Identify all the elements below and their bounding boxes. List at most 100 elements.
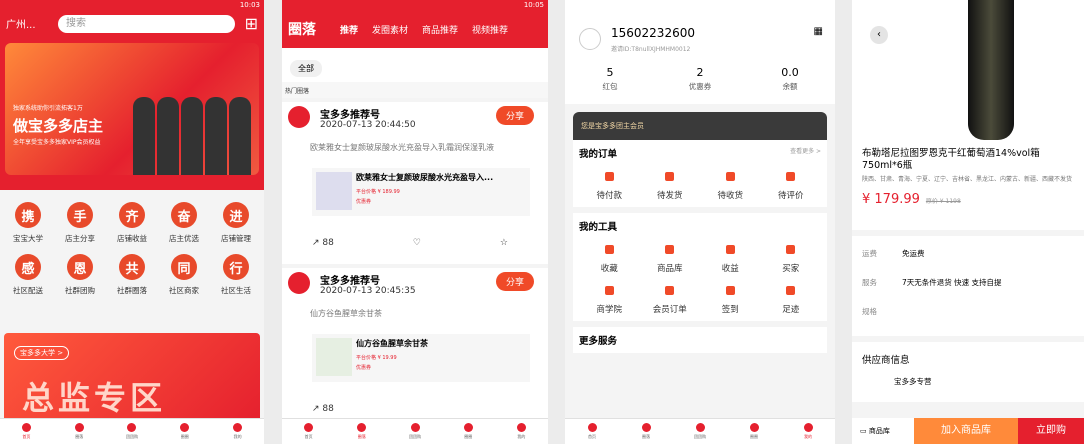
home-screen: 10:03 广州... 搜索 ⊞ 独家系统助你引流拓客1万 做宝多多店主 全年享… <box>0 0 264 444</box>
store-button[interactable]: ▭ 商品库 <box>852 418 914 444</box>
filter-chip-all[interactable]: 全部 <box>290 60 322 77</box>
home-icon <box>304 423 314 432</box>
tab-home[interactable]: 首页 <box>0 419 53 444</box>
tool-check-in[interactable]: 签到 <box>700 286 761 315</box>
goods-card[interactable]: 仙方谷鱼腥草余甘茶 平台价格 ¥ 19.99 优惠券 <box>312 334 530 382</box>
zone-tag[interactable]: 宝多多大学 > <box>14 346 70 360</box>
tab-circle[interactable]: 圈落 <box>619 419 673 444</box>
tool-academy[interactable]: 商学院 <box>579 286 640 315</box>
view-more-link[interactable]: 查看更多 > <box>790 146 821 160</box>
goods-title: 仙方谷鱼腥草余甘茶 <box>356 339 428 348</box>
spec-row-selectable[interactable]: 规格 <box>862 306 1074 317</box>
tab-group-buy[interactable]: 团团购 <box>673 419 727 444</box>
tool-member-orders[interactable]: 会员订单 <box>640 286 701 315</box>
goods-coupon: 优惠券 <box>356 365 372 371</box>
star-icon[interactable]: ☆ <box>500 238 508 248</box>
grid-item[interactable]: 同社区商家 <box>158 254 210 296</box>
grid-item[interactable]: 感社区配送 <box>2 254 54 296</box>
share-button[interactable]: 分享 <box>495 272 534 291</box>
orders-title: 我的订单 <box>579 149 618 160</box>
grid-item-icon: 感 <box>15 254 41 280</box>
grid-item[interactable]: 奋店主优选 <box>158 202 210 244</box>
grid-item[interactable]: 行社区生活 <box>210 254 262 296</box>
section-title: 热门圈落 <box>282 82 548 98</box>
supplier-name[interactable]: 宝多多专营 <box>862 376 1074 387</box>
grid-item-icon: 携 <box>15 202 41 228</box>
share-count-button[interactable]: ↗ 88 <box>312 238 334 248</box>
post-text: 欧莱雅女士复颜玻尿酸水光充盈导入乳霜润保湿乳液 <box>310 143 494 152</box>
vip-banner[interactable]: 您是宝多多团主会员 <box>573 112 827 140</box>
order-pending-payment[interactable]: 待付款 <box>579 172 640 201</box>
grid-item[interactable]: 手店主分享 <box>54 202 106 244</box>
grid-item[interactable]: 恩社群团购 <box>54 254 106 296</box>
spec-row: 运费 免运费 <box>862 248 1074 259</box>
avatar[interactable] <box>288 106 310 128</box>
order-label: 待评价 <box>777 191 804 201</box>
tool-label: 买家 <box>782 264 800 274</box>
tab-circle[interactable]: 圈落 <box>335 419 388 444</box>
tab-group-buy[interactable]: 团团购 <box>388 419 441 444</box>
location-selector[interactable]: 广州... <box>6 16 58 31</box>
post-text: 仙方谷鱼腥草余甘茶 <box>310 309 382 318</box>
tab-home[interactable]: 首页 <box>565 419 619 444</box>
tab-products[interactable]: 商品推荐 <box>422 23 458 36</box>
add-to-library-button[interactable]: 加入商品库 <box>914 418 1018 444</box>
feed-icon <box>463 423 473 432</box>
stat-coupons[interactable]: 2 优惠券 <box>655 66 745 104</box>
tab-materials[interactable]: 发圈素材 <box>372 23 408 36</box>
like-icon[interactable]: ♡ <box>413 238 421 248</box>
tab-feed[interactable]: 圈圈 <box>158 419 211 444</box>
tool-buyers[interactable]: 买家 <box>761 245 822 274</box>
grid-item[interactable]: 齐店铺收益 <box>106 202 158 244</box>
tab-feed[interactable]: 圈圈 <box>442 419 495 444</box>
tool-product-library[interactable]: 商品库 <box>640 245 701 274</box>
tool-favorites[interactable]: 收藏 <box>579 245 640 274</box>
back-icon[interactable]: ‹ <box>870 26 888 44</box>
order-pending-receipt[interactable]: 待收货 <box>700 172 761 201</box>
grid-item-label: 店主分享 <box>65 234 95 243</box>
promo-banner[interactable]: 独家系统助你引流拓客1万 做宝多多店主 全年享受宝多多独家VIP会员权益 <box>5 43 259 175</box>
spec-section: 运费 免运费 服务 7天无条件退货 快速 支持自提 规格 <box>852 236 1084 336</box>
product-gallery[interactable]: ‹ <box>852 0 1084 140</box>
grid-icon[interactable]: ⊞ <box>245 14 258 33</box>
product-screen: ‹ 布勒塔尼拉图罗恩克干红葡萄酒14%vol箱750ml*6瓶 陕西、甘肃、青海… <box>852 0 1084 444</box>
bottom-tabbar: 首页 圈落 团团购 圈圈 我的 <box>282 418 548 444</box>
tab-mine[interactable]: 我的 <box>211 419 264 444</box>
share-icon: ↗ <box>312 238 320 248</box>
grid-item[interactable]: 共社群圈落 <box>106 254 158 296</box>
tool-earnings[interactable]: 收益 <box>700 245 761 274</box>
avatar[interactable] <box>579 28 601 50</box>
tab-home[interactable]: 首页 <box>282 419 335 444</box>
director-zone-banner[interactable]: 宝多多大学 > 总监专区 <box>4 333 260 423</box>
order-pending-shipment[interactable]: 待发货 <box>640 172 701 201</box>
status-bar: 10:03 <box>239 1 260 9</box>
goods-card[interactable]: 欧莱雅女士复颜玻尿酸水光充盈导入... 平台价格 ¥ 189.99 优惠券 <box>312 168 530 216</box>
search-input[interactable]: 搜索 <box>58 14 235 33</box>
tab-feed[interactable]: 圈圈 <box>727 419 781 444</box>
tools-title: 我的工具 <box>579 222 618 233</box>
tab-circle[interactable]: 圈落 <box>53 419 106 444</box>
avatar[interactable] <box>288 272 310 294</box>
supplier-section: 供应商信息 宝多多专营 <box>852 342 1084 402</box>
stat-balance[interactable]: 0.0 余额 <box>745 66 835 104</box>
share-count-button[interactable]: ↗ 88 <box>312 404 334 414</box>
share-button[interactable]: 分享 <box>495 106 534 125</box>
tab-group-buy[interactable]: 团团购 <box>106 419 159 444</box>
tab-mine[interactable]: 我的 <box>495 419 548 444</box>
clipboard-icon <box>665 286 675 295</box>
grid-item[interactable]: 进店铺管理 <box>210 202 262 244</box>
tab-label: 首页 <box>588 434 596 439</box>
store-label: 商品库 <box>868 427 890 435</box>
tab-videos[interactable]: 视频推荐 <box>472 23 508 36</box>
qr-code-icon[interactable]: ▦ <box>814 26 823 37</box>
banner-subtitle: 独家系统助你引流拓客1万 <box>13 105 83 112</box>
stat-red-packet[interactable]: 5 红包 <box>565 66 655 104</box>
grid-item[interactable]: 携宝宝大学 <box>2 202 54 244</box>
feed-nav: 圈落 推荐 发圈素材 商品推荐 视频推荐 <box>282 10 548 48</box>
tool-footprints[interactable]: 足迹 <box>761 286 822 315</box>
tab-recommend[interactable]: 推荐 <box>340 23 358 36</box>
buy-now-button[interactable]: 立即购 <box>1018 418 1084 444</box>
order-pending-review[interactable]: 待评价 <box>761 172 822 201</box>
tab-mine[interactable]: 我的 <box>781 419 835 444</box>
home-icon <box>21 423 31 432</box>
